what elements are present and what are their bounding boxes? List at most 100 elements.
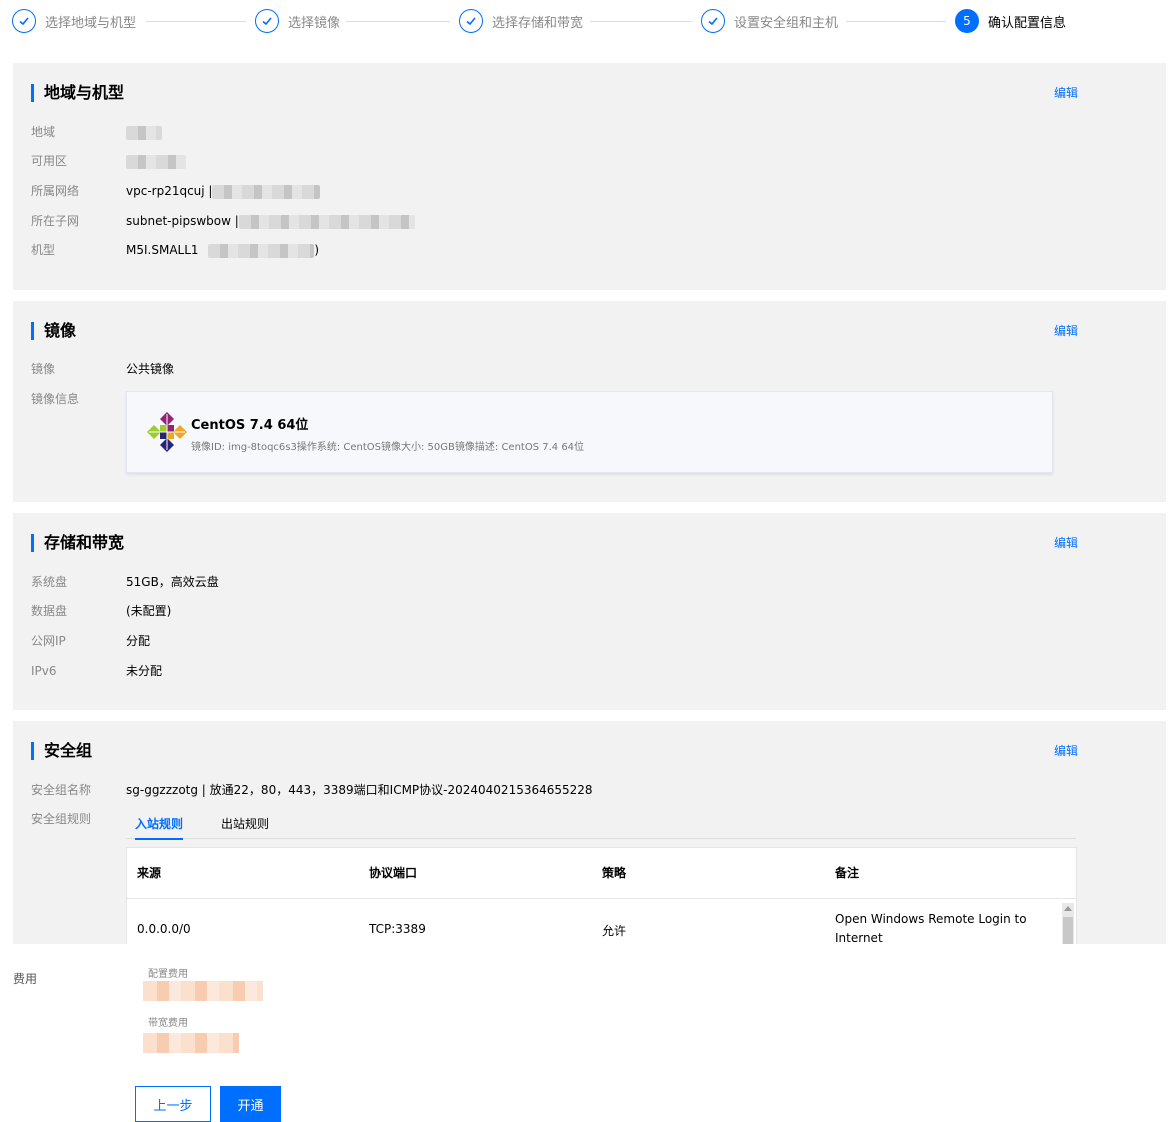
step-2[interactable]: 选择镜像 bbox=[255, 8, 340, 34]
rules-table: 来源 协议端口 策略 备注 0.0.0.0/0 TCP:3389 允许 Open… bbox=[126, 847, 1077, 944]
step-1-label: 选择地域与机型 bbox=[45, 15, 137, 31]
security-edit-link[interactable]: 编辑 bbox=[1054, 742, 1078, 759]
subnet-row: 所在子网 subnet-pipswbow | bbox=[31, 213, 415, 229]
image-info-row: 镜像信息 bbox=[31, 391, 126, 407]
region-section: 地域与机型 编辑 地域 可用区 所属网络 vpc-rp21qcuj | 所在子网 s… bbox=[13, 63, 1166, 290]
step-connector bbox=[346, 21, 450, 22]
security-group-name-row: 安全组名称 sg-ggzzzotg | 放通22，80，443，3389端口和IC… bbox=[31, 782, 593, 798]
redacted-value bbox=[208, 243, 315, 258]
step-connector bbox=[846, 21, 946, 22]
submit-button[interactable]: 开通 bbox=[220, 1086, 281, 1122]
check-icon bbox=[701, 9, 725, 33]
ipv6-value: 未分配 bbox=[126, 664, 163, 678]
security-rules-row: 安全组规则 bbox=[31, 811, 126, 827]
redacted-value bbox=[212, 184, 321, 199]
instance-type-row: 机型 M5I.SMALL1 ) bbox=[31, 242, 319, 258]
check-icon bbox=[12, 9, 36, 33]
step-5-number: 5 bbox=[955, 9, 979, 33]
region-section-title: 地域与机型 bbox=[31, 84, 124, 102]
cell-port: TCP:3389 bbox=[369, 922, 426, 936]
data-disk-value: (未配置) bbox=[126, 604, 172, 618]
col-policy: 策略 bbox=[602, 866, 627, 880]
image-edit-link[interactable]: 编辑 bbox=[1054, 322, 1078, 339]
cell-source: 0.0.0.0/0 bbox=[137, 922, 191, 936]
region-row: 地域 bbox=[31, 124, 162, 140]
fee-label: 费用 bbox=[13, 972, 38, 986]
centos-logo-icon bbox=[147, 412, 187, 452]
scrollbar-thumb[interactable] bbox=[1063, 917, 1073, 944]
storage-edit-link[interactable]: 编辑 bbox=[1054, 534, 1078, 551]
step-4[interactable]: 设置安全组和主机 bbox=[701, 8, 838, 34]
security-group-name-label: 安全组名称 bbox=[31, 783, 92, 797]
step-1[interactable]: 选择地域与机型 bbox=[12, 8, 136, 34]
storage-section: 存储和带宽 编辑 系统盘 51GB，高效云盘 数据盘 (未配置) 公网IP 分配 IP… bbox=[13, 513, 1166, 710]
subnet-value: subnet-pipswbow | bbox=[126, 214, 239, 228]
public-ip-value: 分配 bbox=[126, 634, 151, 648]
image-info-card: CentOS 7.4 64位 镜像ID: img-8toqc6s3操作系统: C… bbox=[126, 391, 1053, 473]
storage-section-title: 存储和带宽 bbox=[31, 534, 124, 552]
check-icon bbox=[255, 9, 279, 33]
bandwidth-fee-label: 带宽费用 bbox=[148, 1018, 188, 1029]
scroll-up-icon[interactable] bbox=[1064, 906, 1072, 911]
vpc-row: 所属网络 vpc-rp21qcuj | bbox=[31, 183, 321, 199]
cell-note-line-1: Open Windows Remote Login to bbox=[835, 912, 1027, 926]
col-protocol-port: 协议端口 bbox=[369, 866, 418, 880]
col-source: 来源 bbox=[137, 866, 162, 880]
security-rules-label: 安全组规则 bbox=[31, 812, 92, 826]
rule-tabs: 入站规则 出站规则 bbox=[126, 811, 1076, 840]
step-connector bbox=[146, 21, 246, 22]
instance-type-suffix: ) bbox=[314, 243, 320, 257]
step-2-label: 选择镜像 bbox=[288, 15, 341, 31]
table-scrollbar[interactable] bbox=[1062, 903, 1074, 944]
tab-outbound-rules[interactable]: 出站规则 bbox=[221, 815, 269, 838]
public-ip-row: 公网IP 分配 bbox=[31, 633, 150, 649]
cvm-purchase-confirm-page: 选择地域与机型 选择镜像 选择存储和带宽 设置安全组和主机 5 确认配置信息 地… bbox=[0, 0, 1168, 1122]
footer-bar: 费用 配置费用 带宽费用 上一步 开通 bbox=[0, 944, 1168, 1122]
step-5-label: 确认配置信息 bbox=[988, 15, 1067, 31]
public-ip-label: 公网IP bbox=[31, 634, 66, 648]
image-type-label: 镜像 bbox=[31, 362, 56, 376]
divider bbox=[127, 898, 1076, 899]
ipv6-label: IPv6 bbox=[31, 664, 57, 678]
subnet-label: 所在子网 bbox=[31, 214, 80, 228]
col-note: 备注 bbox=[835, 866, 860, 880]
tab-inbound-rules[interactable]: 入站规则 bbox=[135, 815, 184, 840]
instance-type-label: 机型 bbox=[31, 243, 56, 257]
redacted-bandwidth-fee bbox=[143, 1033, 239, 1053]
step-4-label: 设置安全组和主机 bbox=[734, 15, 839, 31]
redacted-value bbox=[126, 154, 186, 169]
redacted-config-fee bbox=[143, 981, 263, 1001]
instance-type-value: M5I.SMALL1 bbox=[126, 243, 199, 257]
image-section-title: 镜像 bbox=[31, 322, 76, 340]
system-disk-row: 系统盘 51GB，高效云盘 bbox=[31, 574, 219, 590]
image-name: CentOS 7.4 64位 bbox=[191, 418, 309, 433]
data-disk-row: 数据盘 (未配置) bbox=[31, 603, 171, 619]
step-3[interactable]: 选择存储和带宽 bbox=[459, 8, 583, 34]
image-description: 镜像ID: img-8toqc6s3操作系统: CentOS镜像大小: 50GB… bbox=[191, 442, 585, 453]
security-group-name-value: sg-ggzzzotg | 放通22，80，443，3389端口和ICMP协议-… bbox=[126, 783, 593, 797]
data-disk-label: 数据盘 bbox=[31, 604, 68, 618]
zone-row: 可用区 bbox=[31, 153, 186, 169]
image-info-label: 镜像信息 bbox=[31, 392, 80, 406]
image-type-row: 镜像 公共镜像 bbox=[31, 361, 174, 377]
image-section: 镜像 编辑 镜像 公共镜像 镜像信息 CentOS 7.4 64位 镜像ID: … bbox=[13, 301, 1166, 502]
cell-note-line-2: Internet bbox=[835, 931, 883, 944]
system-disk-label: 系统盘 bbox=[31, 575, 68, 589]
security-section-title: 安全组 bbox=[31, 742, 92, 760]
check-icon bbox=[459, 9, 483, 33]
cell-policy: 允许 bbox=[602, 924, 627, 938]
redacted-value bbox=[238, 214, 415, 229]
image-type-value: 公共镜像 bbox=[126, 362, 175, 376]
vpc-value: vpc-rp21qcuj | bbox=[126, 184, 213, 198]
security-group-section: 安全组 编辑 安全组名称 sg-ggzzzotg | 放通22，80，443，33… bbox=[13, 721, 1166, 944]
system-disk-value: 51GB，高效云盘 bbox=[126, 575, 219, 589]
ipv6-row: IPv6 未分配 bbox=[31, 663, 162, 679]
redacted-value bbox=[126, 125, 162, 140]
step-progress-bar: 选择地域与机型 选择镜像 选择存储和带宽 设置安全组和主机 5 确认配置信息 bbox=[0, 0, 1168, 44]
vpc-label: 所属网络 bbox=[31, 184, 80, 198]
region-label: 地域 bbox=[31, 125, 56, 139]
zone-label: 可用区 bbox=[31, 154, 68, 168]
step-3-label: 选择存储和带宽 bbox=[492, 15, 584, 31]
previous-step-button[interactable]: 上一步 bbox=[135, 1086, 211, 1122]
region-edit-link[interactable]: 编辑 bbox=[1054, 84, 1078, 101]
